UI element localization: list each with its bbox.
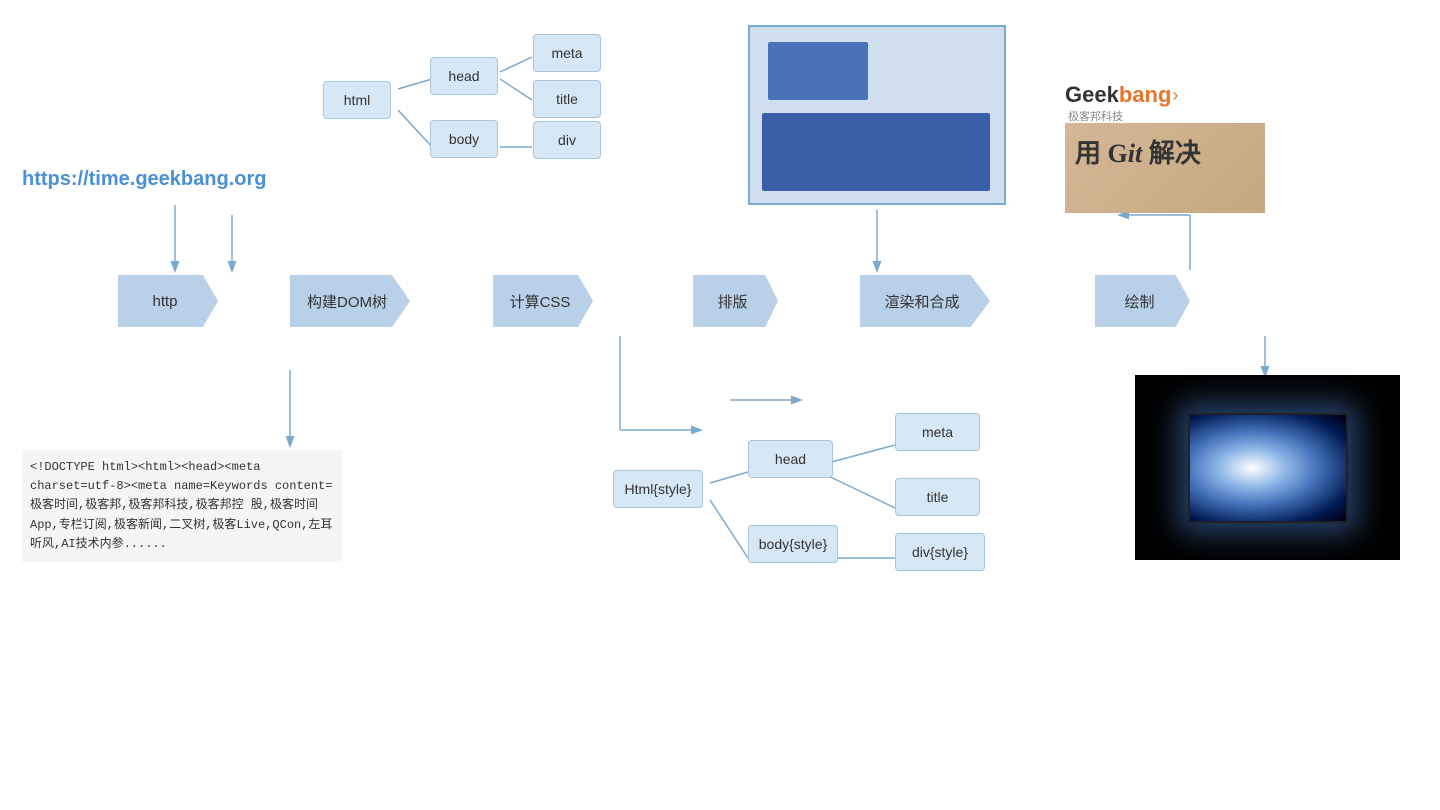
draw-pentagon: 绘制 (1095, 275, 1190, 327)
laptop-image (1135, 375, 1400, 560)
html-style-box: Html{style} (613, 470, 703, 508)
geekbang-subtitle: 极客邦科技 (1068, 108, 1123, 124)
body-style-box: body{style} (748, 525, 838, 563)
flow-step-render: 渲染和合成 (860, 275, 990, 327)
flow-step-dom: 构建DOM树 (290, 275, 410, 327)
flow-step-draw: 绘制 (1095, 275, 1190, 327)
display-rect2 (762, 113, 990, 191)
flow-step-css: 计算CSS (493, 275, 593, 327)
logo-bang-text: bang (1119, 82, 1172, 108)
div-style-box: div{style} (895, 533, 985, 571)
css-pentagon: 计算CSS (493, 275, 593, 327)
geekbang-logo-area: Geek bang › (1065, 82, 1178, 108)
head-box: head (430, 57, 498, 95)
logo-geek-text: Geek (1065, 82, 1119, 108)
flow-step-layout: 排版 (693, 275, 778, 327)
book-cover: 用 Git 解决 (1065, 123, 1265, 213)
code-block: <!DOCTYPE html><html><head><meta charset… (22, 450, 342, 562)
html-box: html (323, 81, 391, 119)
laptop-screen (1188, 413, 1348, 523)
title-box-bottom: title (895, 478, 980, 516)
logo-arrow-icon: › (1172, 85, 1178, 106)
body-box: body (430, 120, 498, 158)
book-title: 用 Git 解决 (1075, 133, 1201, 170)
title-box: title (533, 80, 601, 118)
render-pentagon: 渲染和合成 (860, 275, 990, 327)
meta-box-bottom: meta (895, 413, 980, 451)
dom-pentagon: 构建DOM树 (290, 275, 410, 327)
div-box: div (533, 121, 601, 159)
http-pentagon: http (118, 275, 218, 327)
head-box-bottom: head (748, 440, 833, 478)
display-preview (748, 25, 1006, 205)
display-rect1 (768, 42, 868, 100)
url-text: https://time.geekbang.org (22, 168, 266, 191)
flow-step-http: http (118, 275, 218, 327)
layout-pentagon: 排版 (693, 275, 778, 327)
meta-box: meta (533, 34, 601, 72)
